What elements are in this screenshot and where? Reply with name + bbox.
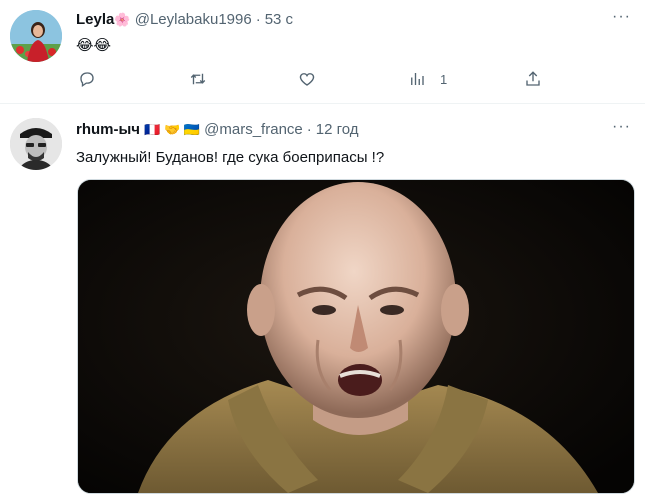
- tweet-actions: 1: [76, 70, 546, 92]
- views-button[interactable]: 1: [408, 70, 447, 88]
- retweet-icon: [190, 73, 206, 85]
- flower-emoji: 🌸: [114, 12, 131, 27]
- tweet-text: Залужный! Буданов! где сука боеприпасы !…: [76, 149, 385, 166]
- tweet[interactable]: rhum-ыч 🇫🇷 🤝 🇺🇦 @mars_france · 12 год ··· …: [0, 104, 645, 500]
- tweet-header: Leyla🌸 @Leylabaku1996 · 53 с: [76, 10, 293, 30]
- display-name[interactable]: Leyla: [76, 11, 114, 28]
- tweet-media-image[interactable]: [77, 179, 635, 494]
- reply-icon: [80, 72, 94, 88]
- separator-dot: ·: [306, 121, 312, 138]
- timestamp[interactable]: 53 с: [265, 11, 293, 28]
- views-icon: [411, 73, 424, 85]
- tweet[interactable]: Leyla🌸 @Leylabaku1996 · 53 с ··· 😂😂 1: [0, 0, 645, 104]
- avatar[interactable]: [10, 118, 62, 170]
- avatar[interactable]: [10, 10, 62, 62]
- more-options-icon[interactable]: ···: [612, 118, 631, 136]
- display-name[interactable]: rhum-ыч: [76, 121, 140, 138]
- tweet-header: rhum-ыч 🇫🇷 🤝 🇺🇦 @mars_france · 12 год: [76, 120, 359, 140]
- tweet-text: 😂😂: [76, 37, 112, 54]
- like-icon: [299, 73, 315, 86]
- name-flags: 🇫🇷 🤝 🇺🇦: [144, 122, 200, 137]
- retweet-button[interactable]: [189, 70, 207, 88]
- user-handle[interactable]: @mars_france: [204, 121, 303, 138]
- more-options-icon[interactable]: ···: [612, 8, 631, 26]
- user-handle[interactable]: @Leylabaku1996: [135, 11, 252, 28]
- share-icon: [526, 71, 540, 86]
- share-button[interactable]: [524, 70, 542, 88]
- reply-button[interactable]: [78, 70, 96, 88]
- timestamp[interactable]: 12 год: [316, 121, 359, 138]
- views-count: 1: [440, 71, 448, 87]
- like-button[interactable]: [298, 70, 316, 88]
- separator-dot: ·: [255, 11, 261, 28]
